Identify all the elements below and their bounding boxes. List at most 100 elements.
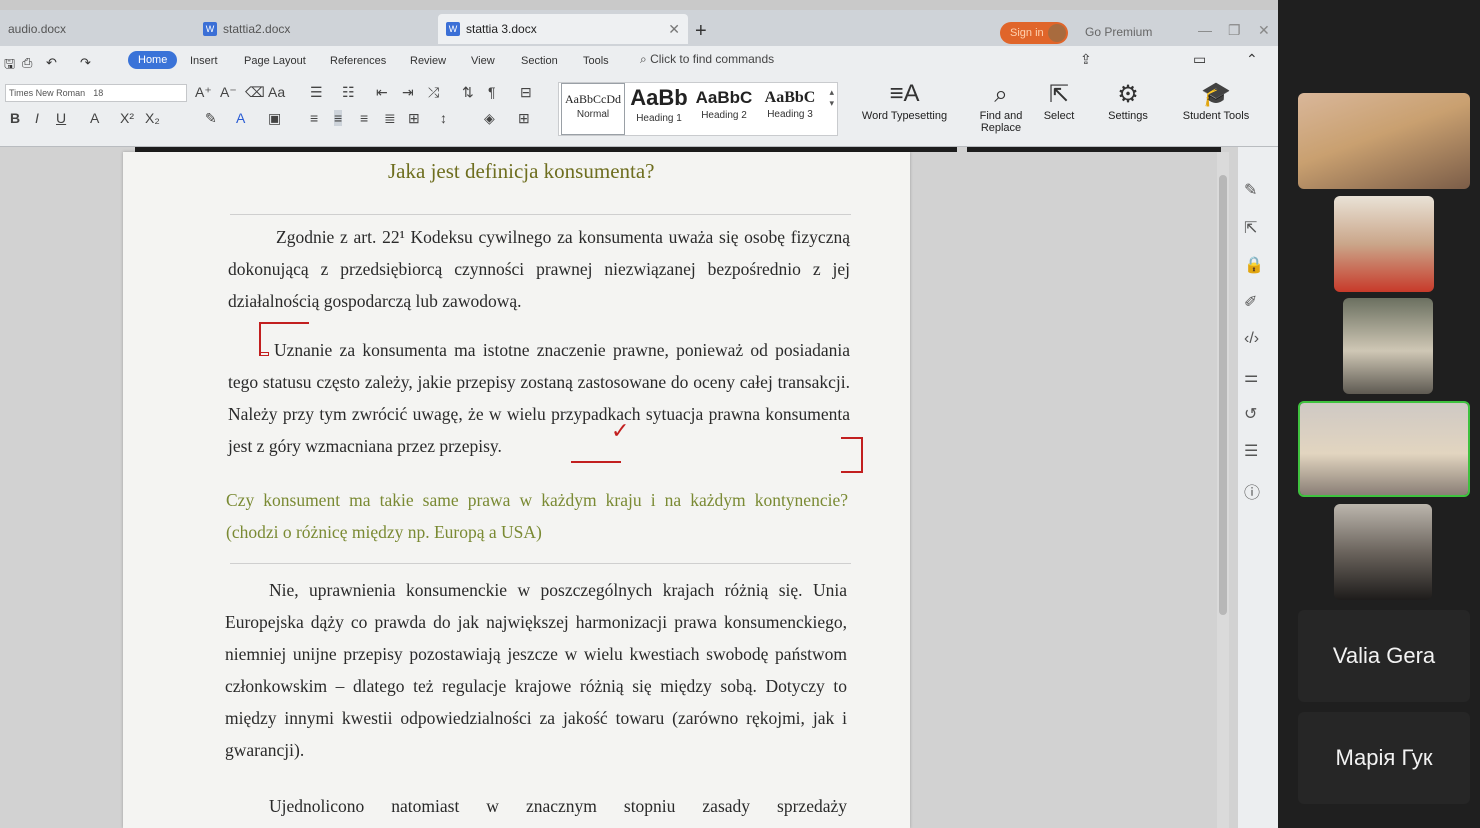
align-right-icon[interactable]: ≡ — [360, 110, 368, 126]
style-label: Heading 1 — [636, 113, 682, 124]
scrollbar-thumb[interactable] — [1219, 175, 1227, 615]
participant-video-active[interactable] — [1298, 401, 1470, 497]
sign-in-button[interactable]: Sign in — [1000, 22, 1068, 44]
participant-video[interactable] — [1334, 504, 1432, 600]
highlight-icon[interactable]: ✎ — [205, 110, 217, 127]
document-heading: Jaka jest definicja konsumenta? — [388, 159, 655, 183]
edit-box-icon[interactable]: ✐ — [1244, 292, 1257, 312]
superscript-icon[interactable]: X² — [120, 110, 134, 126]
strikethrough-icon[interactable]: A — [90, 110, 99, 126]
undo-icon[interactable]: ↶ — [46, 55, 57, 71]
question-paragraph: Czy konsument ma takie same prawa w każd… — [226, 490, 848, 542]
font-selector[interactable]: Times New Roman 18 — [5, 84, 187, 102]
tab-audio[interactable]: audio.docx — [0, 14, 195, 44]
tool-label: Word Typesetting — [861, 110, 948, 122]
sliders-icon[interactable]: ⚌ — [1244, 367, 1258, 387]
tab-stops-icon[interactable]: ⊟ — [520, 84, 532, 101]
distributed-icon[interactable]: ⊞ — [408, 110, 420, 127]
text-direction-icon[interactable]: ⤮ — [428, 84, 439, 101]
subscript-icon[interactable]: X₂ — [145, 110, 160, 126]
select-button[interactable]: ⇱ Select — [1036, 80, 1082, 122]
style-label: Heading 3 — [767, 109, 813, 120]
menu-insert[interactable]: Insert — [190, 55, 218, 67]
list-icon[interactable]: ☰ — [1244, 441, 1258, 461]
student-tools-button[interactable]: 🎓 Student Tools — [1174, 80, 1258, 122]
line-spacing-icon[interactable]: ↕ — [440, 110, 447, 126]
participant-video[interactable] — [1334, 196, 1434, 292]
style-label: Normal — [576, 109, 610, 120]
bold-icon[interactable]: B — [10, 110, 20, 126]
close-window-icon[interactable]: ✕ — [1258, 22, 1270, 39]
paragraph-2: Uznanie za konsumenta ma istotne znaczen… — [228, 340, 850, 456]
participant-video[interactable] — [1343, 298, 1433, 394]
italic-icon[interactable]: I — [35, 110, 39, 126]
sort-icon[interactable]: ⇅ — [462, 84, 474, 101]
word-typesetting-button[interactable]: ≡A Word Typesetting — [852, 80, 957, 122]
shrink-font-icon[interactable]: A⁻ — [220, 84, 237, 101]
tool-label: Select — [1043, 110, 1075, 122]
comment-icon[interactable]: ▭ — [1193, 51, 1206, 68]
tab-stattia3[interactable]: W stattia 3.docx ✕ — [438, 14, 688, 44]
style-preview: AaBb — [630, 85, 688, 110]
go-premium-button[interactable]: Go Premium — [1085, 25, 1152, 39]
find-replace-button[interactable]: ⌕ Find and Replace — [972, 80, 1030, 134]
style-normal[interactable]: AaBbCcDd Normal — [561, 83, 625, 135]
minimize-icon[interactable]: — — [1198, 22, 1212, 38]
pen-icon[interactable]: ✎ — [1244, 180, 1257, 200]
change-case-icon[interactable]: Aa — [268, 84, 285, 100]
close-tab-icon[interactable]: ✕ — [668, 21, 680, 38]
menu-page-layout[interactable]: Page Layout — [244, 55, 306, 67]
document-page[interactable]: Jaka jest definicja konsumenta? Zgodnie … — [123, 152, 910, 828]
style-heading-2[interactable]: AaBbC Heading 2 — [691, 83, 757, 135]
clear-format-icon[interactable]: ⌫ — [245, 84, 265, 101]
command-search[interactable]: ⌕ Click to find commands — [640, 52, 774, 67]
char-border-icon[interactable]: ▣ — [268, 110, 281, 127]
new-tab-icon[interactable]: + — [695, 20, 707, 43]
menu-home[interactable]: Home — [128, 51, 178, 69]
collapse-ribbon-icon[interactable]: ⌃ — [1246, 51, 1258, 68]
lock-icon[interactable]: 🔒 — [1244, 255, 1264, 275]
increase-indent-icon[interactable]: ⇥ — [402, 84, 414, 101]
maximize-icon[interactable]: ❐ — [1228, 22, 1241, 39]
align-center-icon[interactable]: ≡ — [334, 110, 343, 126]
justify-icon[interactable]: ≣ — [384, 110, 396, 127]
borders-icon[interactable]: ⊞ — [518, 110, 530, 127]
font-size: 18 — [93, 88, 104, 98]
bullets-icon[interactable]: ☰ — [310, 84, 323, 101]
cursor-icon[interactable]: ⇱ — [1244, 218, 1257, 238]
menu-tools[interactable]: Tools — [583, 55, 609, 67]
settings-button[interactable]: ⚙ Settings — [1098, 80, 1158, 122]
redo-icon[interactable]: ↷ — [80, 55, 91, 71]
share-icon[interactable]: ⇪ — [1080, 51, 1092, 68]
menu-review[interactable]: Review — [410, 55, 446, 67]
font-color-icon[interactable]: A — [236, 110, 245, 126]
video-feed — [1298, 93, 1470, 189]
paragraph-mark-icon[interactable]: ¶ — [488, 84, 496, 100]
numbering-icon[interactable]: ☷ — [342, 84, 355, 101]
save-icon[interactable]: 🖫 — [4, 55, 15, 77]
grow-font-icon[interactable]: A⁺ — [195, 84, 212, 101]
participant-video[interactable] — [1298, 93, 1470, 189]
participant-name-tile[interactable]: Марія Гук — [1298, 712, 1470, 804]
doc-file-icon: W — [203, 22, 217, 36]
decrease-indent-icon[interactable]: ⇤ — [376, 84, 388, 101]
styles-more-icon[interactable]: ▴ ▾ — [829, 87, 834, 109]
style-heading-3[interactable]: AaBbC Heading 3 — [757, 83, 823, 135]
history-icon[interactable]: ↺ — [1244, 404, 1257, 424]
tab-label: stattia2.docx — [223, 22, 291, 36]
pen-bracket-open — [259, 322, 309, 356]
code-icon[interactable]: ‹/› — [1244, 330, 1259, 348]
menu-section[interactable]: Section — [521, 55, 558, 67]
underline-icon[interactable]: U — [56, 110, 66, 126]
menu-references[interactable]: References — [330, 55, 386, 67]
print-preview-icon[interactable]: ⎙ — [22, 55, 32, 71]
paragraph-4: Ujednolicono natomiast w znacznym stopni… — [269, 796, 847, 816]
tab-stattia2[interactable]: W stattia2.docx — [195, 14, 435, 44]
participant-name-tile[interactable]: Valia Gera — [1298, 610, 1470, 702]
shading-icon[interactable]: ◈ — [484, 110, 495, 127]
menu-view[interactable]: View — [471, 55, 495, 67]
align-left-icon[interactable]: ≡ — [310, 110, 318, 126]
help-icon[interactable]: ⓘ — [1244, 479, 1260, 503]
style-heading-1[interactable]: AaBb Heading 1 — [627, 83, 691, 135]
wps-writer-window: audio.docx W stattia2.docx W stattia 3.d… — [0, 0, 1278, 828]
